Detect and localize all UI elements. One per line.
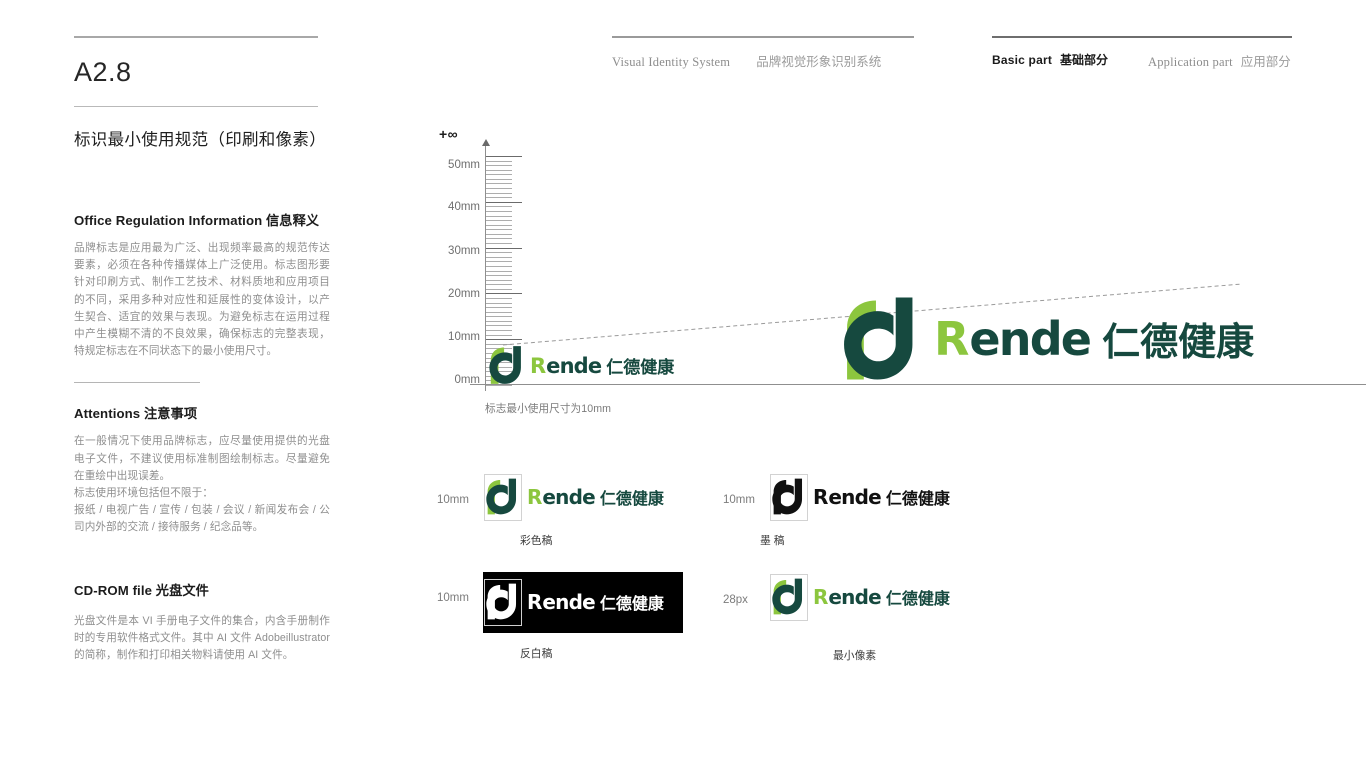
section-body-attentions: 在一般情况下使用品牌标志，应尽量使用提供的光盘电子文件，不建议使用标准制图绘制标… xyxy=(74,435,330,534)
tab-basic-part-en[interactable]: Basic part xyxy=(992,53,1052,67)
vi-manual-page: Visual Identity System 品牌视觉形象识别系统 Basic … xyxy=(0,0,1366,768)
sample-black-wordmark: R ende 仁德健康 xyxy=(813,485,950,509)
sample-pixel-wordmark-ende: ende xyxy=(828,584,881,609)
chart-caption: 标志最小使用尺寸为10mm xyxy=(485,403,612,415)
section-body-cdrom: 光盘文件是本 VI 手册电子文件的集合，内含手册制作时的专用软件格式文件。其中 … xyxy=(74,614,330,662)
tab-application-part-en[interactable]: Application part xyxy=(1148,55,1233,70)
section-heading-cdrom: CD-ROM file 光盘文件 xyxy=(74,582,209,598)
sample-color-wordmark-r: R xyxy=(527,484,543,509)
wordmark-ende-large: ende xyxy=(969,312,1092,366)
section-body-office-regulation: 品牌标志是应用最为广泛、出现频率最高的规范传达要素，必须在各种传播媒体上广泛使用… xyxy=(74,242,330,358)
sample-reversed-lockup: R ende 仁德健康 xyxy=(485,583,664,620)
header-application-group: Application part 应用部分 xyxy=(1148,36,1366,70)
logo-minimum-size: R ende 仁德健康 xyxy=(488,346,674,384)
sample-reversed-wordmark-r: R xyxy=(527,589,543,614)
section-cdrom: CD-ROM file 光盘文件 光盘文件是本 VI 手册电子文件的集合，内含手… xyxy=(74,580,330,665)
sample-reversed-wordmark: R ende 仁德健康 xyxy=(527,590,664,614)
sample-black-wordmark-r: R xyxy=(813,484,829,509)
wordmark-ende: ende xyxy=(546,353,602,378)
sample-black-size-label: 10mm xyxy=(723,494,755,506)
sample-color-wordmark-ende: ende xyxy=(542,484,595,509)
title-rule-bottom xyxy=(74,106,318,107)
sample-color-lockup: R ende 仁德健康 xyxy=(485,478,664,515)
tab-basic-part-cn[interactable]: 基础部分 xyxy=(1060,51,1108,68)
sample-reversed-wordmark-ende: ende xyxy=(542,589,595,614)
logo-mark-icon-pixel xyxy=(771,578,804,615)
logo-mark-icon-color xyxy=(485,478,518,515)
tab-application-part-cn[interactable]: 应用部分 xyxy=(1241,51,1291,70)
logo-mark-icon-large xyxy=(841,296,917,381)
section-attentions: Attentions 注意事项 在一般情况下使用品牌标志，应尽量使用提供的光盘电… xyxy=(74,403,330,536)
sample-reversed-size-label: 10mm xyxy=(437,592,469,604)
section-heading-office-regulation: Office Regulation Information 信息释义 xyxy=(74,213,320,228)
sample-pixel-lockup: R ende 仁德健康 xyxy=(771,578,950,615)
wordmark-chinese: 仁德健康 xyxy=(606,357,675,378)
title-rule-top xyxy=(74,36,318,38)
header-left-rule xyxy=(612,36,914,38)
header-system-title-en: Visual Identity System xyxy=(612,55,731,69)
wordmark-r-large: R xyxy=(934,312,970,366)
header-left-group: Visual Identity System 品牌视觉形象识别系统 xyxy=(612,36,914,70)
logo-mark-icon xyxy=(488,346,523,384)
sample-reversed-caption: 反白稿 xyxy=(520,648,553,660)
sample-color-size-label: 10mm xyxy=(437,494,469,506)
wordmark-chinese-large: 仁德健康 xyxy=(1102,320,1255,364)
sample-color-wordmark: R ende 仁德健康 xyxy=(527,485,664,509)
sample-black-wordmark-cn: 仁德健康 xyxy=(885,488,950,508)
minimum-size-chart: +∞ +∞ 50mm 40mm 30mm 20mm 10mm 0mm xyxy=(430,126,1366,426)
sample-pixel-wordmark-r: R xyxy=(813,584,829,609)
sample-pixel-caption: 最小像素 xyxy=(833,650,877,662)
sample-pixel-wordmark-cn: 仁德健康 xyxy=(885,588,950,608)
sample-black-wordmark-ende: ende xyxy=(828,484,881,509)
page-title: 标识最小使用规范（印刷和像素） xyxy=(74,131,326,149)
sample-pixel-size-label: 28px xyxy=(723,594,748,606)
sample-pixel-wordmark: R ende 仁德健康 xyxy=(813,585,950,609)
logo-scaled-large: R ende 仁德健康 xyxy=(841,296,1254,381)
section-heading-attentions: Attentions 注意事项 xyxy=(74,406,198,422)
sample-black-lockup: R ende 仁德健康 xyxy=(771,478,950,515)
logo-wordmark-large: R ende 仁德健康 xyxy=(934,311,1254,366)
sample-color-caption: 彩色稿 xyxy=(520,535,553,547)
logo-mark-icon-black xyxy=(771,478,804,515)
section-divider xyxy=(74,382,200,384)
logo-mark-icon-reversed xyxy=(485,583,518,620)
sample-black-caption: 墨 稿 xyxy=(760,535,785,547)
page-code: A2.8 xyxy=(74,57,132,87)
left-info-column: A2.8 标识最小使用规范（印刷和像素） Office Regulation I… xyxy=(74,36,330,664)
sample-reversed-wordmark-cn: 仁德健康 xyxy=(599,593,664,613)
sample-color-wordmark-cn: 仁德健康 xyxy=(599,488,664,508)
wordmark-r: R xyxy=(530,353,547,378)
header-system-title-cn: 品牌视觉形象识别系统 xyxy=(756,55,882,69)
logo-wordmark: R ende 仁德健康 xyxy=(530,353,674,378)
section-office-regulation: Office Regulation Information 信息释义 品牌标志是… xyxy=(74,210,330,360)
